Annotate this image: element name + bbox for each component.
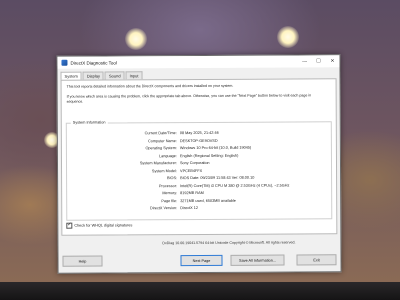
info-label: Current Date/Time: bbox=[144, 131, 177, 136]
info-value: English (Regional Setting: English) bbox=[179, 153, 239, 158]
info-label: Memory: bbox=[162, 191, 178, 196]
info-value: DESKTOP-GE9OVSD bbox=[179, 138, 218, 143]
info-label: Page file: bbox=[161, 198, 178, 203]
light-glare bbox=[125, 28, 147, 50]
info-value: 3271MB used, 6503MB available bbox=[180, 198, 236, 203]
intro-text-2: If you know which area is causing the pr… bbox=[66, 93, 312, 104]
info-label: System Manufacturer: bbox=[139, 161, 178, 166]
exit-button[interactable]: Exit bbox=[296, 254, 337, 266]
version-copyright-text: DxDiag 10.00.19041.5794 64-bit Unicode C… bbox=[162, 240, 296, 246]
maximize-button[interactable]: ☐ bbox=[311, 55, 325, 67]
info-value: DirectX 12 bbox=[180, 206, 198, 211]
system-tab-panel: This tool reports detailed information a… bbox=[60, 78, 338, 236]
tab-sound[interactable]: Sound bbox=[104, 71, 125, 80]
whql-checkbox[interactable]: ✓ bbox=[66, 221, 73, 229]
info-value: Sony Corporation bbox=[179, 160, 210, 166]
info-label: Computer Name: bbox=[147, 138, 177, 143]
info-label: System Model: bbox=[151, 168, 178, 173]
window-controls: — ☐ ✕ bbox=[297, 55, 339, 67]
title-bar: DirectX Diagnostic Tool — ☐ ✕ bbox=[57, 55, 340, 69]
help-button[interactable]: Help bbox=[62, 255, 103, 267]
whql-check-label: Check for WHQL digital signatures bbox=[74, 223, 133, 228]
intro-text-1: This tool reports detailed information a… bbox=[66, 83, 234, 89]
system-information-group: System Information Current Date/Time: 08… bbox=[65, 120, 333, 221]
info-value: 8192MB RAM bbox=[180, 190, 204, 196]
info-label: Operating System: bbox=[145, 146, 177, 151]
info-value: BIOS Date: 09/23/09 11:58:43 Ver: 08.00.… bbox=[180, 175, 255, 181]
monitor-bezel bbox=[0, 282, 400, 300]
tab-display[interactable]: Display bbox=[82, 71, 105, 80]
whql-check-row[interactable]: ✓ Check for WHQL digital signatures bbox=[66, 221, 133, 229]
minimize-button[interactable]: — bbox=[297, 55, 311, 67]
info-label: DirectX Version: bbox=[149, 206, 178, 211]
info-label: BIOS: bbox=[166, 176, 178, 181]
window-title: DirectX Diagnostic Tool bbox=[70, 59, 117, 66]
info-value: Intel(R) Core(TM) i3 CPU M 380 @ 2.53GHz… bbox=[180, 183, 290, 188]
checkmark-icon: ✓ bbox=[67, 221, 72, 228]
group-title: System Information bbox=[70, 120, 108, 125]
info-value: VPCEB4FFX bbox=[180, 168, 203, 173]
dxdiag-app-icon bbox=[61, 59, 68, 66]
close-button[interactable]: ✕ bbox=[325, 55, 339, 67]
dxdiag-window: DirectX Diagnostic Tool — ☐ ✕ System Dis… bbox=[56, 54, 342, 274]
info-value: Windows 10 Pro 64-bit (10.0, Build 19045… bbox=[179, 145, 252, 151]
tab-input[interactable]: Input bbox=[125, 71, 143, 80]
info-value: 08 May 2025, 21:42:46 bbox=[179, 130, 219, 136]
save-all-information-button[interactable]: Save All Information... bbox=[230, 254, 285, 266]
info-label: Language: bbox=[158, 153, 177, 158]
light-glare bbox=[277, 26, 299, 48]
info-row-directx-version: DirectX Version: DirectX 12 bbox=[67, 205, 331, 213]
info-label: Processor: bbox=[158, 183, 178, 188]
next-page-button[interactable]: Next Page bbox=[180, 254, 223, 267]
